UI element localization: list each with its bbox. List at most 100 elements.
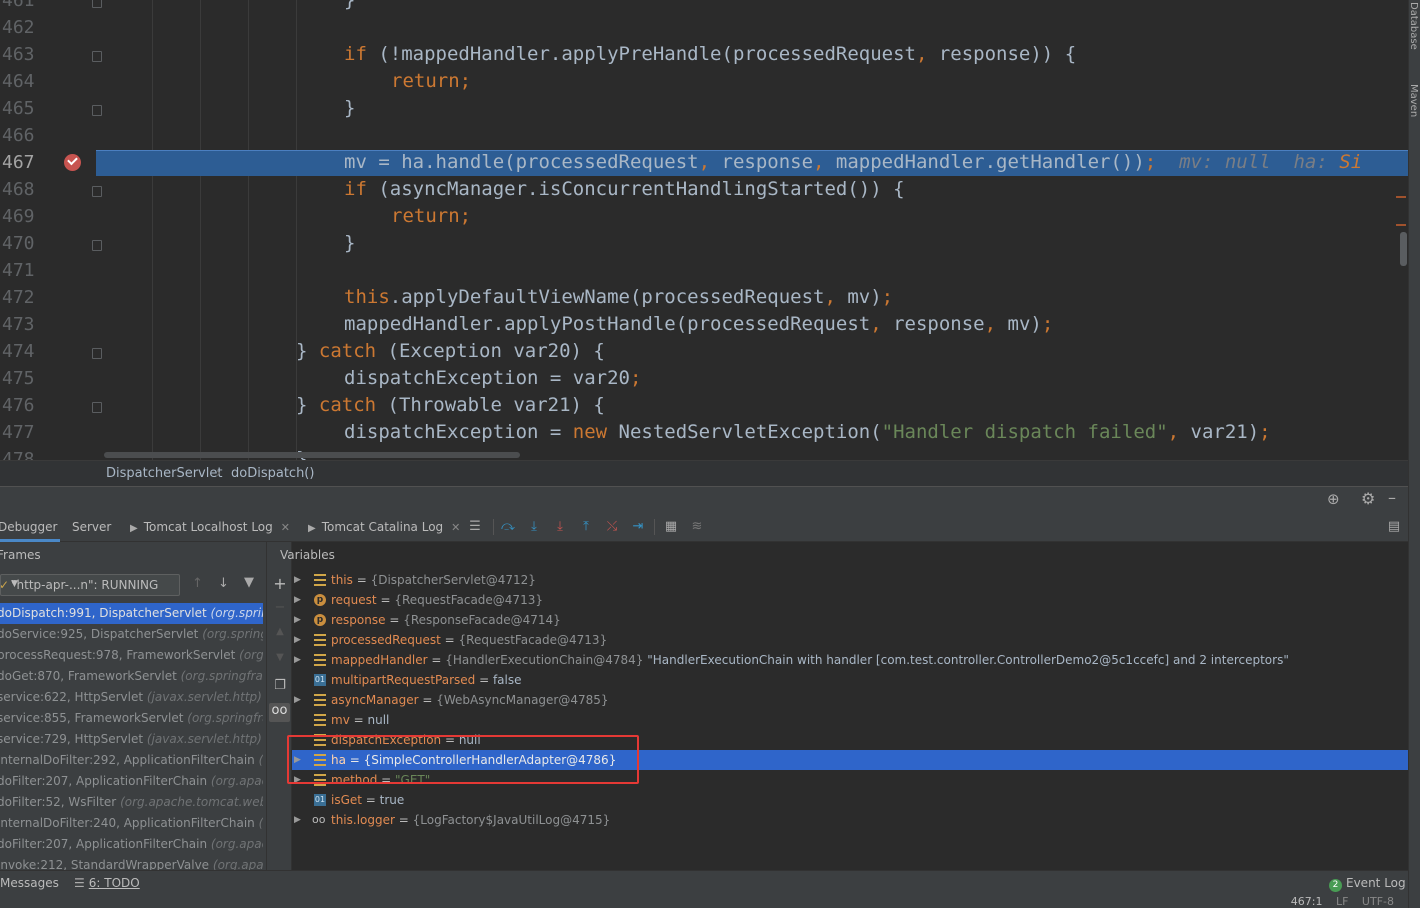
- variable-row[interactable]: ▶ p response = {ResponseFacade@4714}: [292, 610, 1408, 630]
- line-number[interactable]: 469: [2, 203, 42, 230]
- expand-arrow-icon[interactable]: ▶: [294, 590, 301, 610]
- stack-frame[interactable]: doFilter:207, ApplicationFilterChain (or…: [0, 834, 263, 855]
- code-line[interactable]: 475 dispatchException = var20;: [0, 365, 1408, 392]
- variable-row[interactable]: mv = null: [292, 710, 1408, 730]
- breadcrumb-class[interactable]: DispatcherServlet: [106, 466, 222, 481]
- breadcrumb-method[interactable]: doDispatch(): [231, 466, 314, 481]
- error-stripe-mark[interactable]: [1396, 196, 1406, 198]
- tab-debugger[interactable]: Debugger: [0, 512, 60, 542]
- add-watch-icon[interactable]: +: [272, 574, 288, 593]
- line-number[interactable]: 471: [2, 257, 42, 284]
- crosshair-icon[interactable]: ⊕: [1327, 490, 1340, 508]
- code-line[interactable]: 472 this.applyDefaultViewName(processedRe…: [0, 284, 1408, 311]
- line-number[interactable]: 478: [2, 446, 42, 460]
- vertical-scrollbar[interactable]: [1400, 232, 1407, 266]
- line-number[interactable]: 465: [2, 95, 42, 122]
- expand-arrow-icon[interactable]: ▶: [294, 810, 301, 830]
- expand-arrow-icon[interactable]: ▶: [294, 570, 301, 590]
- variable-row[interactable]: ▶ processedRequest = {RequestFacade@4713}: [292, 630, 1408, 650]
- variable-row[interactable]: 01 isGet = true: [292, 790, 1408, 810]
- stack-frame[interactable]: doService:925, DispatcherServlet (org.sp…: [0, 624, 263, 645]
- trace-icon[interactable]: ≋: [689, 519, 705, 535]
- code-line[interactable]: 476} catch (Throwable var21) {: [0, 392, 1408, 419]
- line-number[interactable]: 461: [2, 0, 42, 14]
- horizontal-scrollbar[interactable]: [104, 452, 520, 458]
- restore-layout-icon[interactable]: ▤: [1386, 519, 1402, 535]
- stack-frame[interactable]: invoke:212, StandardWrapperValve (org.ap…: [0, 855, 263, 870]
- filter-icon[interactable]: ▼: [244, 575, 254, 590]
- file-encoding[interactable]: UTF-8: [1362, 895, 1394, 908]
- layout-menu-icon[interactable]: ☰: [467, 519, 483, 535]
- error-stripe-mark[interactable]: [1396, 224, 1406, 226]
- line-number[interactable]: 477: [2, 419, 42, 446]
- stack-frame[interactable]: internalDoFilter:292, ApplicationFilterC…: [0, 750, 263, 771]
- remove-watch-icon[interactable]: −: [272, 600, 288, 616]
- show-watches-icon[interactable]: oo: [269, 703, 290, 722]
- stack-frame[interactable]: internalDoFilter:240, ApplicationFilterC…: [0, 813, 263, 834]
- stack-frame[interactable]: processRequest:978, FrameworkServlet (or…: [0, 645, 263, 666]
- maven-tool-tab[interactable]: Maven: [1408, 84, 1419, 117]
- variable-row[interactable]: 01 multipartRequestParsed = false: [292, 670, 1408, 690]
- arrow-down-icon[interactable]: ↓: [218, 576, 229, 591]
- stack-frame[interactable]: service:622, HttpServlet (javax.servlet.…: [0, 687, 263, 708]
- todo-tool-button[interactable]: ☰ 6: TODO: [74, 876, 140, 890]
- stack-frame[interactable]: service:855, FrameworkServlet (org.sprin…: [0, 708, 263, 729]
- code-line[interactable]: 474} catch (Exception var20) {: [0, 338, 1408, 365]
- code-line[interactable]: 471: [0, 257, 1408, 284]
- copy-icon[interactable]: ❐: [272, 678, 288, 694]
- close-icon[interactable]: ✕: [451, 521, 460, 534]
- code-line[interactable]: 461}: [0, 0, 1408, 14]
- code-line[interactable]: 462: [0, 14, 1408, 41]
- code-line[interactable]: 463 if (!mappedHandler.applyPreHandle(pro…: [0, 41, 1408, 68]
- code-line[interactable]: 477 dispatchException = new NestedServlet…: [0, 419, 1408, 446]
- line-number[interactable]: 472: [2, 284, 42, 311]
- variable-row[interactable]: ▶ this = {DispatcherServlet@4712}: [292, 570, 1408, 590]
- database-tool-tab[interactable]: Database: [1408, 2, 1419, 50]
- arrow-up-icon[interactable]: ↑: [192, 576, 203, 591]
- line-number[interactable]: 468: [2, 176, 42, 203]
- minimize-icon[interactable]: –: [1388, 488, 1396, 507]
- tab-tomcat-catalina-log[interactable]: ▶ Tomcat Catalina Log ✕: [308, 512, 460, 542]
- evaluate-expression-icon[interactable]: ▦: [663, 519, 679, 535]
- step-into-icon[interactable]: ⤓: [526, 519, 542, 535]
- code-line[interactable]: 464 return;: [0, 68, 1408, 95]
- variable-row[interactable]: ▶ asyncManager = {WebAsyncManager@4785}: [292, 690, 1408, 710]
- event-log-button[interactable]: 2 Event Log: [1329, 876, 1406, 892]
- variable-row[interactable]: ▶ mappedHandler = {HandlerExecutionChain@…: [292, 650, 1408, 670]
- code-line[interactable]: 469 return;: [0, 203, 1408, 230]
- run-to-cursor-icon[interactable]: ⇥: [630, 519, 646, 535]
- line-number[interactable]: 463: [2, 41, 42, 68]
- stack-frame[interactable]: service:729, HttpServlet (javax.servlet.…: [0, 729, 263, 750]
- stack-frame[interactable]: doFilter:52, WsFilter (org.apache.tomcat…: [0, 792, 263, 813]
- messages-tool-button[interactable]: Messages: [0, 876, 59, 890]
- code-editor[interactable]: 461} 462 463 if (!mappedHandler.applyPreHan…: [0, 0, 1408, 460]
- code-line[interactable]: 470}: [0, 230, 1408, 257]
- line-number[interactable]: 475: [2, 365, 42, 392]
- code-line[interactable]: 473 mappedHandler.applyPostHandle(process…: [0, 311, 1408, 338]
- line-number[interactable]: 467: [2, 149, 42, 176]
- expand-arrow-icon[interactable]: ▶: [294, 650, 301, 670]
- expand-arrow-icon[interactable]: ▶: [294, 610, 301, 630]
- close-icon[interactable]: ✕: [281, 521, 290, 534]
- stack-frame[interactable]: doGet:870, FrameworkServlet (org.springf…: [0, 666, 263, 687]
- line-number[interactable]: 466: [2, 122, 42, 149]
- force-step-into-icon[interactable]: ⤓: [552, 519, 568, 535]
- stack-frame[interactable]: doFilter:207, ApplicationFilterChain (or…: [0, 771, 263, 792]
- move-down-icon[interactable]: ▼: [272, 652, 288, 668]
- tab-server[interactable]: Server: [72, 512, 111, 542]
- code-line[interactable]: 468 if (asyncManager.isConcurrentHandling…: [0, 176, 1408, 203]
- code-line[interactable]: 466: [0, 122, 1408, 149]
- code-line[interactable]: 467 mv = ha.handle(processedRequest, resp…: [0, 149, 1408, 176]
- variable-row[interactable]: ▶ p request = {RequestFacade@4713}: [292, 590, 1408, 610]
- gear-icon[interactable]: ⚙: [1361, 489, 1375, 508]
- expand-arrow-icon[interactable]: ▶: [294, 630, 301, 650]
- step-over-icon[interactable]: ⤼: [500, 519, 516, 535]
- expand-arrow-icon[interactable]: ▶: [294, 690, 301, 710]
- step-out-icon[interactable]: ⤒: [578, 519, 594, 535]
- stack-frame[interactable]: doDispatch:991, DispatcherServlet (org.s…: [0, 603, 263, 624]
- code-line[interactable]: 465}: [0, 95, 1408, 122]
- line-number[interactable]: 474: [2, 338, 42, 365]
- thread-selector[interactable]: ✓ "http-apr-...n": RUNNING ▼: [0, 574, 180, 596]
- line-separator[interactable]: LF: [1336, 895, 1348, 908]
- variable-row[interactable]: ▶ oo this.logger = {LogFactory$JavaUtilLog…: [292, 810, 1408, 830]
